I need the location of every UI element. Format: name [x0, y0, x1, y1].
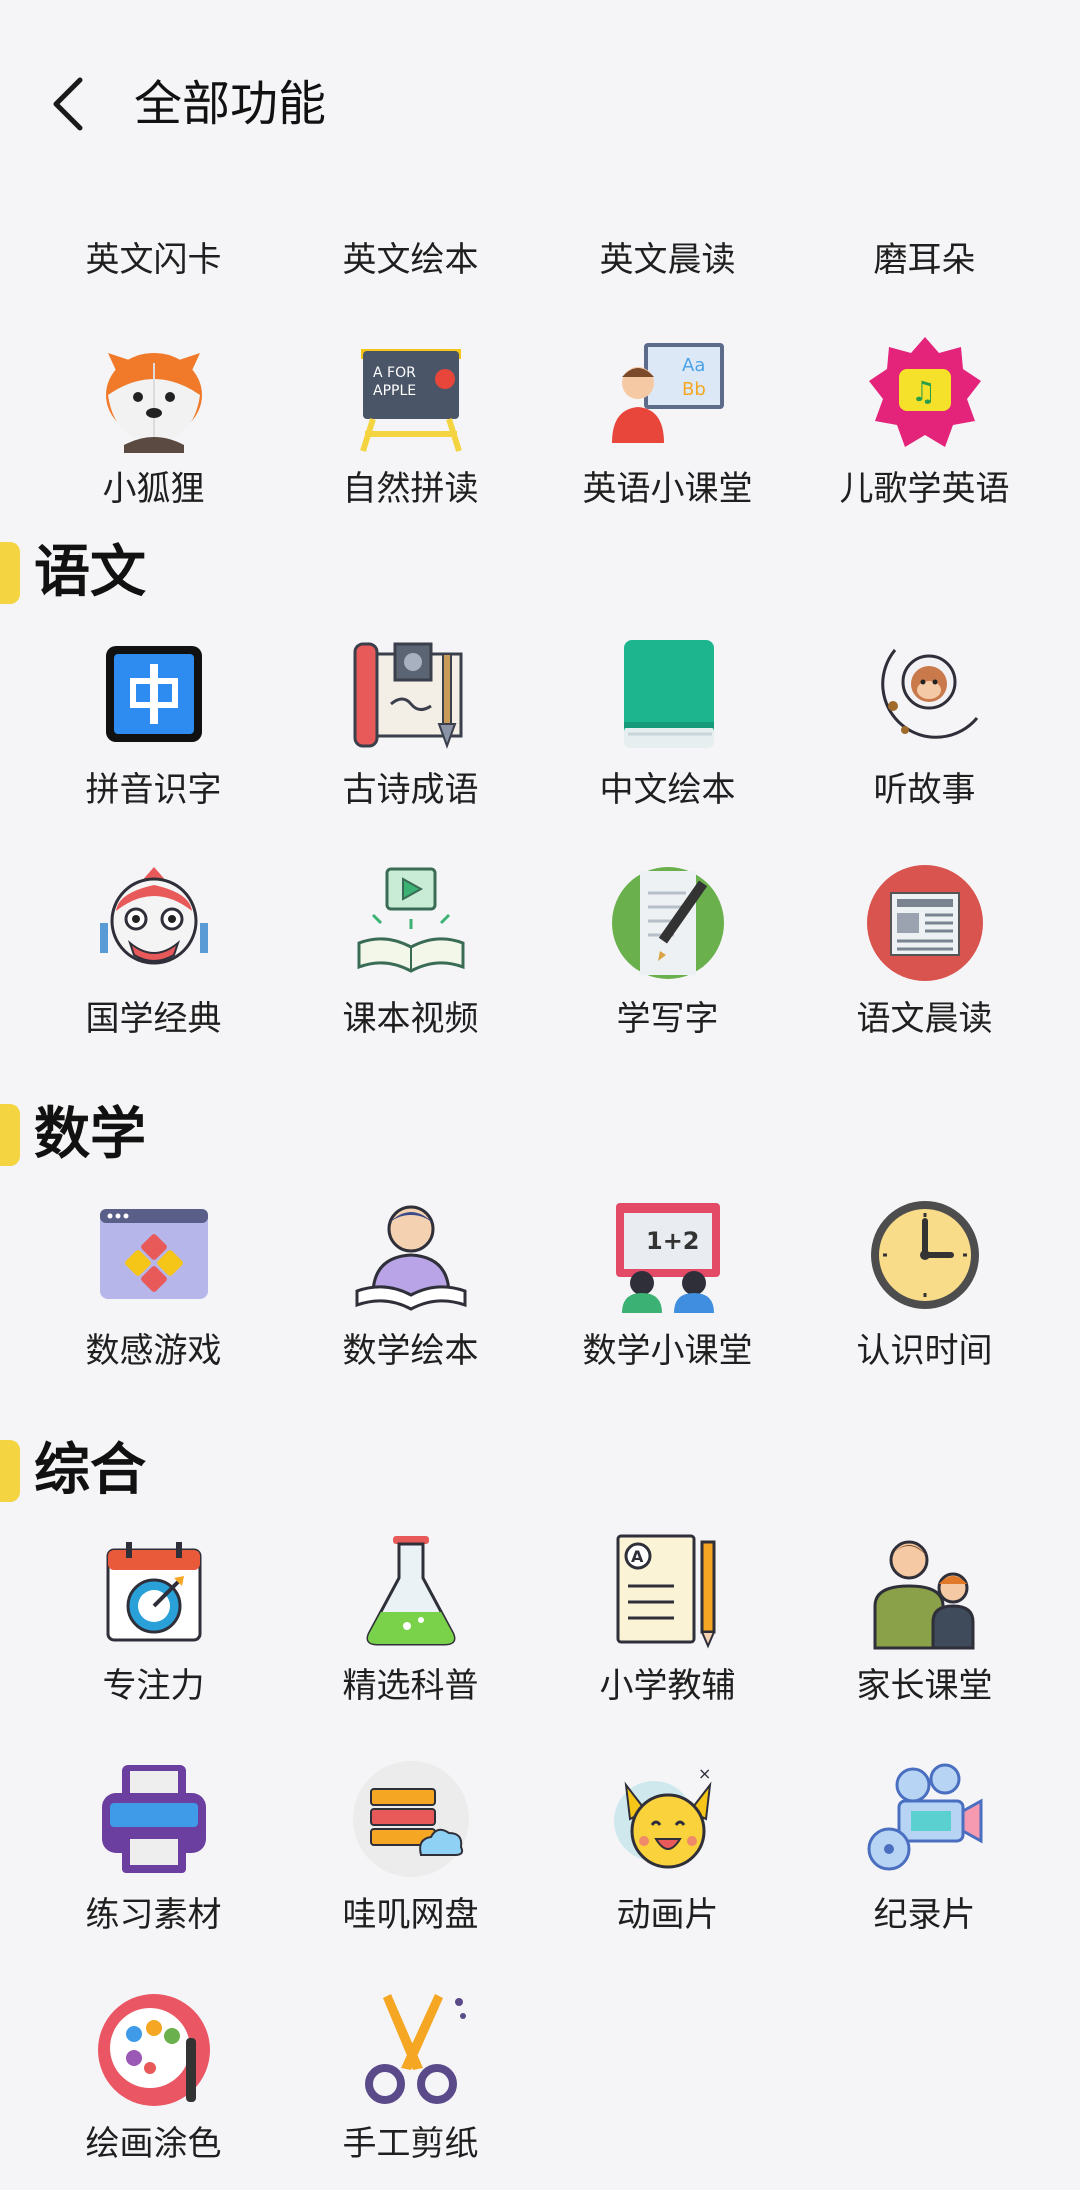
- svg-text:A FOR: A FOR: [373, 365, 416, 381]
- chinese-grid: 拼音识字 古诗成语 中文绘本 听故事 国学经典 课本视频 学写字 语文晨读: [0, 620, 1080, 1078]
- svg-text:A: A: [631, 1547, 644, 1566]
- grid-item-kids-song[interactable]: ♫ 儿歌学英语: [796, 319, 1053, 548]
- clock-icon: [870, 1201, 979, 1309]
- cartoon-cat-icon: ×: [613, 1764, 711, 1869]
- grid-item-pinyin[interactable]: 拼音识字: [25, 620, 282, 849]
- page-title: 全部功能: [134, 76, 327, 132]
- pinyin-icon: [105, 646, 202, 742]
- grid-item-parent-class[interactable]: 家长课堂: [796, 1516, 1053, 1745]
- lion-dance-icon: [99, 867, 208, 965]
- grid-item-papercut[interactable]: 手工剪纸: [282, 1974, 539, 2190]
- section-header-chinese: 语文: [0, 532, 1080, 612]
- writing-pen-icon: [611, 867, 724, 979]
- grid-item-story[interactable]: 听故事: [796, 620, 1053, 849]
- back-button[interactable]: [40, 72, 96, 136]
- newspaper-icon: [866, 865, 983, 981]
- svg-text:1+2: 1+2: [646, 1227, 700, 1255]
- grid-item-classics[interactable]: 国学经典: [25, 849, 282, 1078]
- grid-item-painting[interactable]: 绘画涂色: [25, 1974, 282, 2190]
- grid-item-math-class[interactable]: 1+2 数学小课堂: [539, 1181, 796, 1410]
- svg-text:Aa: Aa: [682, 355, 705, 376]
- feature-list[interactable]: 英文闪卡 英文绘本 英文晨读 磨耳朵 小狐狸 A FOR APPLE 自然拼读 …: [0, 160, 1080, 2190]
- grid-item-cloud-drive[interactable]: 哇叽网盘: [282, 1745, 539, 1974]
- cloud-server-icon: [352, 1761, 469, 1877]
- top-bar: 全部功能: [0, 0, 1080, 205]
- grid-item-fox[interactable]: 小狐狸: [25, 319, 282, 548]
- flask-icon: [366, 1536, 455, 1646]
- grid-item-cartoon[interactable]: × 动画片: [539, 1745, 796, 1974]
- grid-item-math-book[interactable]: 数学绘本: [282, 1181, 539, 1410]
- grid-item-science[interactable]: 精选科普: [282, 1516, 539, 1745]
- section-header-math: 数学: [0, 1094, 1080, 1174]
- svg-text:♫: ♫: [911, 375, 936, 408]
- chevron-left-icon: [53, 77, 83, 131]
- video-book-icon: [357, 867, 464, 973]
- grid-item-chinese-book[interactable]: 中文绘本: [539, 620, 796, 849]
- music-badge-icon: ♫: [868, 337, 981, 447]
- math-grid: 数感游戏 数学绘本 1+2 数学小课堂 认识时间: [0, 1181, 1080, 1410]
- grid-item-practice[interactable]: 练习素材: [25, 1745, 282, 1974]
- section-marker: [0, 1104, 20, 1166]
- calendar-target-icon: [106, 1542, 201, 1642]
- english-class-icon: Aa Bb: [611, 343, 724, 443]
- printer-icon: [101, 1765, 206, 1873]
- parent-child-icon: [873, 1540, 974, 1650]
- green-book-icon: [623, 640, 714, 748]
- exam-paper-icon: A: [616, 1534, 716, 1649]
- scissors-icon: [364, 1994, 466, 2104]
- fox-icon: [105, 353, 202, 453]
- film-camera-icon: [867, 1763, 982, 1871]
- phonics-board-icon: A FOR APPLE: [359, 349, 462, 452]
- grid-item-writing[interactable]: 学写字: [539, 849, 796, 1078]
- section-marker: [0, 1440, 20, 1502]
- grid-item-focus[interactable]: 专注力: [25, 1516, 282, 1745]
- reading-student-icon: [355, 1205, 466, 1311]
- moon-monkey-icon: [880, 649, 978, 739]
- grid-item-tutoring[interactable]: A 小学教辅: [539, 1516, 796, 1745]
- grid-item-documentary[interactable]: 纪录片: [796, 1745, 1053, 1974]
- grid-item-english-class[interactable]: Aa Bb 英语小课堂: [539, 319, 796, 548]
- general-grid: 专注力 精选科普 A 小学教辅 家长课堂 练习素材 哇叽网盘 × 动画片 纪录片…: [0, 1516, 1080, 2190]
- scroll-icon: [353, 642, 462, 749]
- section-marker: [0, 542, 20, 604]
- grid-item-textbook-video[interactable]: 课本视频: [282, 849, 539, 1078]
- english-row-2: 小狐狸 A FOR APPLE 自然拼读 Aa Bb 英语小课堂 ♫ 儿歌学英语: [0, 319, 1080, 548]
- palette-icon: [97, 1994, 210, 2106]
- grid-item-number-game[interactable]: 数感游戏: [25, 1181, 282, 1410]
- grid-item-time[interactable]: 认识时间: [796, 1181, 1053, 1410]
- grid-item-phonics[interactable]: A FOR APPLE 自然拼读: [282, 319, 539, 548]
- math-class-icon: 1+2: [615, 1203, 720, 1313]
- grid-item-morning-chinese[interactable]: 语文晨读: [796, 849, 1053, 1078]
- svg-text:×: ×: [698, 1764, 711, 1783]
- grid-item-poetry[interactable]: 古诗成语: [282, 620, 539, 849]
- calculator-window-icon: [99, 1209, 208, 1299]
- svg-text:APPLE: APPLE: [373, 383, 416, 399]
- svg-text:Bb: Bb: [682, 379, 706, 400]
- section-header-general: 综合: [0, 1430, 1080, 1510]
